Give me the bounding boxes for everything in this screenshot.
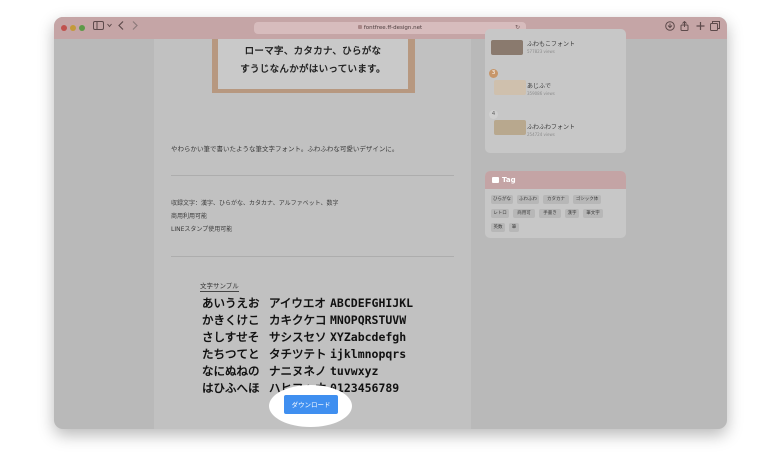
info-line-stamp: LINEスタンプ使用可能 <box>171 226 233 233</box>
tag-card: Tag ひらがな ふわふわ カタカナ ゴシック体 レトロ 商用可 手書き 漢字 … <box>485 171 626 238</box>
sample-hiragana: あいうえお <box>202 296 260 310</box>
rank-badge: 3 <box>489 69 498 78</box>
rank-badge: 4 <box>489 110 498 119</box>
sample-latin: tuvwxyz <box>330 364 379 378</box>
site-icon <box>357 25 362 29</box>
hero-image: ローマ字、カタカナ、ひらがな すうじなんかがはいっています。 <box>212 39 415 93</box>
tag-chip[interactable]: ふわふわ <box>517 195 539 204</box>
sample-hiragana: かきくけこ <box>202 313 260 327</box>
ranking-title[interactable]: ふわふわフォント <box>527 122 575 131</box>
tag-header: Tag <box>485 171 626 189</box>
zoom-window-button[interactable] <box>79 25 85 31</box>
hero-paper: ローマ字、カタカナ、ひらがな すうじなんかがはいっています。 <box>218 39 408 89</box>
sidebar-icon[interactable] <box>93 21 104 35</box>
tag-icon <box>492 177 499 183</box>
ranking-card: ふわもこフォント 577823 views 3 あじふで 359086 view… <box>485 29 626 153</box>
tag-chip[interactable]: 漢字 <box>565 209 579 218</box>
tag-chip[interactable]: ゴシック体 <box>573 195 601 204</box>
tag-chip[interactable]: 手書き <box>539 209 561 218</box>
tag-chip[interactable]: 商用可 <box>513 209 535 218</box>
tag-heading: Tag <box>502 176 516 184</box>
sample-katakana: ナニヌネノ <box>269 364 327 378</box>
info-characters: 収録文字：漢字、ひらがな、カタカナ、アルファベット、数字 <box>171 200 339 207</box>
divider <box>171 256 454 257</box>
download-button[interactable]: ダウンロード <box>284 395 338 414</box>
font-thumbnail[interactable] <box>494 80 526 95</box>
chevron-left-icon[interactable] <box>118 21 124 35</box>
minimize-window-button[interactable] <box>70 25 76 31</box>
ranking-title[interactable]: あじふで <box>527 81 551 90</box>
info-commercial: 商用利用可能 <box>171 213 208 220</box>
tag-chip[interactable]: 筆 <box>509 223 519 232</box>
ranking-views: 254724 views <box>527 132 555 137</box>
sample-title: 文字サンプル <box>200 282 239 292</box>
font-thumbnail[interactable] <box>491 40 523 55</box>
ranking-title[interactable]: ふわもこフォント <box>527 39 575 48</box>
sample-katakana: アイウエオ <box>269 296 326 310</box>
sample-katakana: カキクケコ <box>269 313 327 327</box>
divider <box>171 175 454 176</box>
close-window-button[interactable] <box>61 25 67 31</box>
sample-latin: MNOPQRSTUVW <box>330 313 407 327</box>
tabs-overview-icon[interactable] <box>710 21 720 36</box>
sample-hiragana: なにぬねの <box>202 364 260 378</box>
sample-latin: ijklmnopqrs <box>330 347 407 361</box>
sample-latin: XYZabcdefgh <box>330 330 407 344</box>
share-icon[interactable] <box>680 20 689 36</box>
plus-icon[interactable] <box>696 21 705 36</box>
font-description: やわらかい筆で書いたような筆文字フォント。ふわふわな可愛いデザインに。 <box>171 145 399 153</box>
tag-chip[interactable]: カタカナ <box>543 195 569 204</box>
sample-katakana: サシスセソ <box>269 330 327 344</box>
hero-line-2: すうじなんかがはいっています。 <box>240 64 386 75</box>
sample-hiragana: はひふへほ <box>202 381 260 395</box>
tag-chip[interactable]: ひらがな <box>491 195 513 204</box>
sample-hiragana: たちつてと <box>202 347 260 361</box>
article-content: ローマ字、カタカナ、ひらがな すうじなんかがはいっています。 やわらかい筆で書い… <box>154 39 471 429</box>
sample-hiragana: さしすせそ <box>202 330 260 344</box>
ranking-views: 359086 views <box>527 91 555 96</box>
sample-latin: ABCDEFGHIJKL <box>330 296 414 310</box>
url-text: fontfree.ff-design.net <box>363 25 423 31</box>
sample-katakana: タチツテト <box>269 347 327 361</box>
browser-toolbar: fontfree.ff-design.net ↻ <box>54 17 727 39</box>
tag-chip[interactable]: 筆文字 <box>583 209 603 218</box>
browser-window: fontfree.ff-design.net ↻ ローマ字、カタカナ、ひらがな … <box>54 17 727 429</box>
ranking-views: 577823 views <box>527 49 555 54</box>
chevron-down-icon[interactable] <box>107 21 112 35</box>
tag-chip[interactable]: 英数 <box>491 223 505 232</box>
font-thumbnail[interactable] <box>494 120 526 135</box>
hero-line-1: ローマ字、カタカナ、ひらがな <box>244 46 382 57</box>
download-icon[interactable] <box>665 21 675 36</box>
tag-chip[interactable]: レトロ <box>491 209 509 218</box>
chevron-right-icon[interactable] <box>132 21 138 35</box>
